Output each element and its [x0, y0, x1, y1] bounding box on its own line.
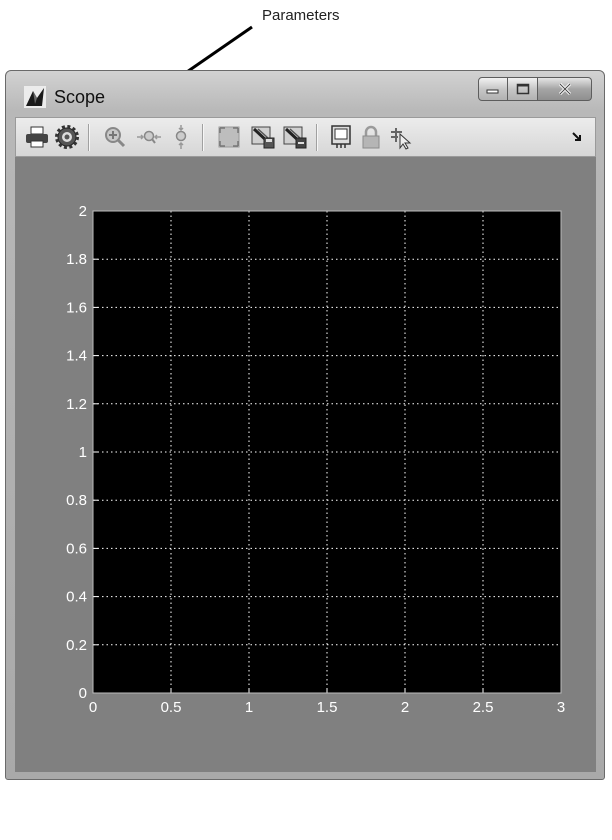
time-offset: Time offset: 0 [24, 824, 114, 840]
floating-scope-button[interactable] [328, 124, 354, 150]
signal-selector-icon [391, 128, 412, 150]
y-tick-label: 0.4 [66, 589, 87, 606]
close-button[interactable] [538, 77, 592, 101]
dock-arrow-icon [572, 132, 581, 141]
y-tick-label: 1.6 [66, 299, 87, 316]
y-tick-label: 0.6 [66, 540, 87, 557]
maximize-button[interactable] [508, 77, 538, 101]
restore-axes-button[interactable] [282, 124, 308, 150]
toolbar-separator [88, 124, 90, 151]
dock-arrow-button[interactable] [564, 124, 590, 150]
signal-selector-button[interactable] [388, 124, 414, 150]
title-bar[interactable]: Scope [6, 71, 604, 116]
y-tick-label: 0.8 [66, 492, 87, 509]
toolbar-separator [202, 124, 204, 151]
autoscale-icon [218, 126, 240, 148]
y-tick-label: 1.2 [66, 396, 87, 413]
x-tick-label: 0 [89, 699, 97, 716]
parameters-callout-label: Parameters [262, 7, 340, 24]
scope-display-area: 0 0.5 1 1.5 2 2.5 3 0 0.2 0.4 0.6 0.8 1 1.2 1.4 1.6 1.8 2… [15, 157, 596, 840]
minimize-button[interactable] [478, 77, 508, 101]
x-tick-label: 2.5 [473, 699, 494, 716]
scope-app-icon [24, 86, 46, 108]
x-tick-label: 1.5 [317, 699, 338, 716]
close-icon [558, 82, 571, 96]
print-button[interactable] [24, 124, 50, 150]
y-tick-label: 1 [79, 444, 87, 461]
zoom-in-button[interactable] [102, 124, 128, 150]
parameters-button[interactable] [54, 124, 80, 150]
y-tick-label: 2 [79, 203, 87, 220]
scope-plot: 0 0.5 1 1.5 2 2.5 3 0 0.2 0.4 0.6 0.8 1 1.2 1.4 1.6 1.8 2 [66, 203, 565, 716]
y-tick-label: 1.8 [66, 251, 87, 268]
x-tick-label: 0.5 [161, 699, 182, 716]
x-tick-label: 1 [245, 699, 253, 716]
toolbar [15, 117, 596, 157]
zoom-x-icon [137, 130, 161, 144]
time-offset-value: 0 [106, 824, 115, 840]
floating-scope-icon [331, 125, 351, 148]
print-icon [26, 126, 48, 148]
window-controls [478, 77, 592, 101]
toolbar-separator [316, 124, 318, 151]
autoscale-button[interactable] [216, 124, 242, 150]
save-axes-button[interactable] [250, 124, 276, 150]
save-axes-icon [251, 126, 275, 149]
scope-window: Scope 0 0.5 1 1.5 2 2.5 3 0 0.2 0.4 0.6 … [5, 70, 605, 840]
x-tick-label: 3 [557, 699, 565, 716]
y-tick-label: 0 [79, 685, 87, 702]
minimize-icon [486, 89, 499, 94]
maximize-icon [516, 83, 529, 95]
y-tick-label: 1.4 [66, 348, 87, 365]
y-tick-label: 0.2 [66, 637, 87, 654]
restore-axes-icon [283, 126, 307, 149]
zoom-x-button[interactable] [136, 124, 162, 150]
zoom-in-icon [105, 127, 126, 148]
gear-icon [55, 125, 79, 149]
zoom-y-button[interactable] [168, 124, 194, 150]
x-tick-label: 2 [401, 699, 409, 716]
time-offset-label: Time offset: [24, 824, 97, 840]
lock-icon [362, 125, 380, 149]
lock-button[interactable] [358, 124, 384, 150]
window-title: Scope [54, 87, 106, 107]
zoom-y-icon [175, 125, 187, 149]
